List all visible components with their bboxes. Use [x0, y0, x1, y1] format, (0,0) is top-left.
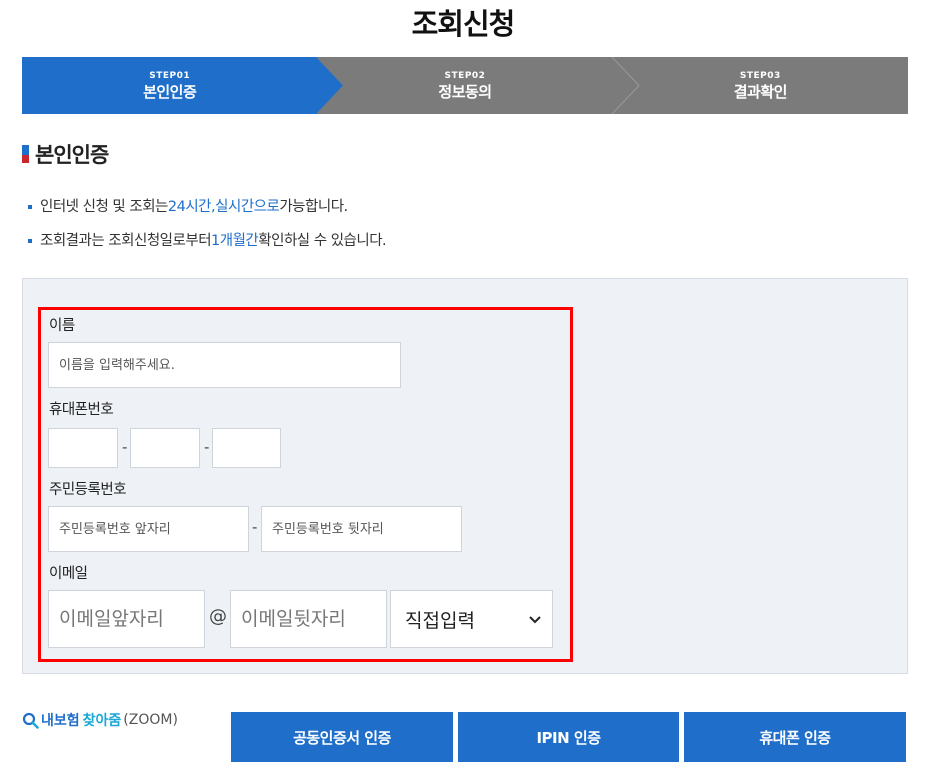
phone-separator: -	[204, 438, 210, 456]
email-label: 이메일	[49, 566, 88, 582]
page-title: 조회신청	[411, 7, 516, 41]
email-domain-input[interactable]	[230, 590, 387, 648]
email-local-input[interactable]	[48, 590, 205, 648]
notice-text: 가능합니다.	[279, 199, 348, 215]
ipin-auth-button[interactable]: IPIN 인증	[458, 712, 679, 762]
notice-item-hours: 인터넷 신청 및 조회는 24시간, 실시간으로 가능합니다.	[28, 190, 386, 224]
bullet-icon	[28, 205, 32, 209]
step-3-number: STEP03	[739, 70, 781, 81]
notice-text: 조회결과는 조회신청일로부터	[40, 233, 212, 249]
notice-item-period: 조회결과는 조회신청일로부터 1개월간 확인하실 수 있습니다.	[28, 224, 387, 258]
zoom-text-1: 내보험	[41, 713, 80, 729]
rrn-back-input[interactable]	[261, 506, 462, 552]
zoom-link[interactable]: 내보험 찾아줌 (ZOOM)	[22, 710, 178, 730]
rrn-front-input[interactable]	[48, 506, 249, 552]
rrn-label: 주민등록번호	[49, 482, 127, 498]
name-label: 이름	[49, 318, 75, 334]
cert-auth-button[interactable]: 공동인증서 인증	[231, 712, 453, 762]
email-at-sign: @	[209, 606, 227, 627]
notice-text: 인터넷 신청 및 조회는	[40, 199, 168, 215]
phone-label: 휴대폰번호	[49, 402, 114, 418]
step-2-label: 정보동의	[438, 82, 492, 101]
phone-separator: -	[122, 438, 128, 456]
step-arrow-icon	[611, 57, 640, 114]
zoom-text-3: (ZOOM)	[123, 712, 178, 728]
step-1-label: 본인인증	[143, 82, 197, 101]
step-progress: STEP01 본인인증 STEP02 정보동의 STEP03 결과확인	[22, 57, 908, 114]
email-domain-select[interactable]: 직접입력	[390, 590, 553, 648]
step-3-label: 결과확인	[733, 82, 788, 101]
step-2: STEP02 정보동의	[317, 57, 640, 114]
section-title: 본인인증	[22, 139, 109, 169]
step-2-number: STEP02	[444, 70, 486, 81]
phone-input-3[interactable]	[212, 428, 281, 468]
email-domain-select-value: 직접입력	[405, 609, 475, 632]
section-title-text: 본인인증	[35, 143, 109, 167]
section-marker-icon	[22, 145, 29, 163]
search-icon	[22, 712, 39, 729]
phone-input-2[interactable]	[130, 428, 200, 468]
notice-highlight: 1개월간	[211, 233, 259, 249]
notice-list: 인터넷 신청 및 조회는 24시간, 실시간으로 가능합니다. 조회결과는 조회…	[28, 190, 387, 258]
step-1-number: STEP01	[149, 70, 191, 81]
rrn-separator: -	[252, 518, 258, 536]
phone-input-1[interactable]	[48, 428, 118, 468]
step-arrow-icon	[316, 57, 344, 114]
bullet-icon	[28, 239, 32, 243]
notice-highlight: 실시간으로	[215, 199, 280, 215]
chevron-down-icon	[529, 616, 541, 624]
step-3: STEP03 결과확인	[612, 57, 908, 114]
zoom-text-2: 찾아줌	[82, 713, 122, 729]
name-input[interactable]	[48, 342, 401, 388]
notice-text: 확인하실 수 있습니다.	[258, 233, 387, 249]
step-1: STEP01 본인인증	[22, 57, 344, 114]
phone-auth-button[interactable]: 휴대폰 인증	[684, 712, 906, 762]
notice-highlight: 24시간	[167, 199, 212, 215]
